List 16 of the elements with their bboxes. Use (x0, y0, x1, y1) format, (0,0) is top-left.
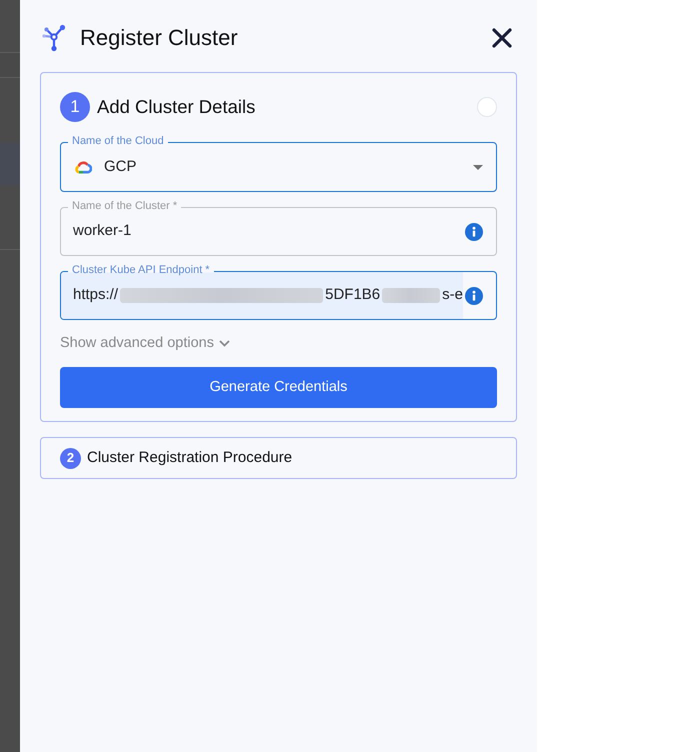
window-title: Register Cluster (80, 24, 238, 52)
network-nodes-icon (42, 24, 66, 52)
generate-credentials-button[interactable]: Generate Credentials (60, 367, 497, 408)
step-title[interactable]: Cluster Registration Procedure (87, 446, 292, 470)
step-title[interactable]: Add Cluster Details (97, 93, 256, 121)
close-icon[interactable] (492, 28, 512, 48)
field-label: Name of the Cluster * (68, 200, 182, 212)
redacted-text-blur (382, 288, 440, 303)
step-number: 2 (60, 448, 81, 468)
step-number: 1 (60, 92, 90, 122)
status-circle-icon (477, 97, 497, 117)
field-label: Name of the Cloud (68, 135, 168, 147)
info-icon[interactable] (465, 222, 483, 240)
cloud-icon (74, 160, 92, 174)
dropdown-arrow-icon[interactable] (473, 164, 483, 170)
info-icon[interactable] (465, 286, 483, 304)
